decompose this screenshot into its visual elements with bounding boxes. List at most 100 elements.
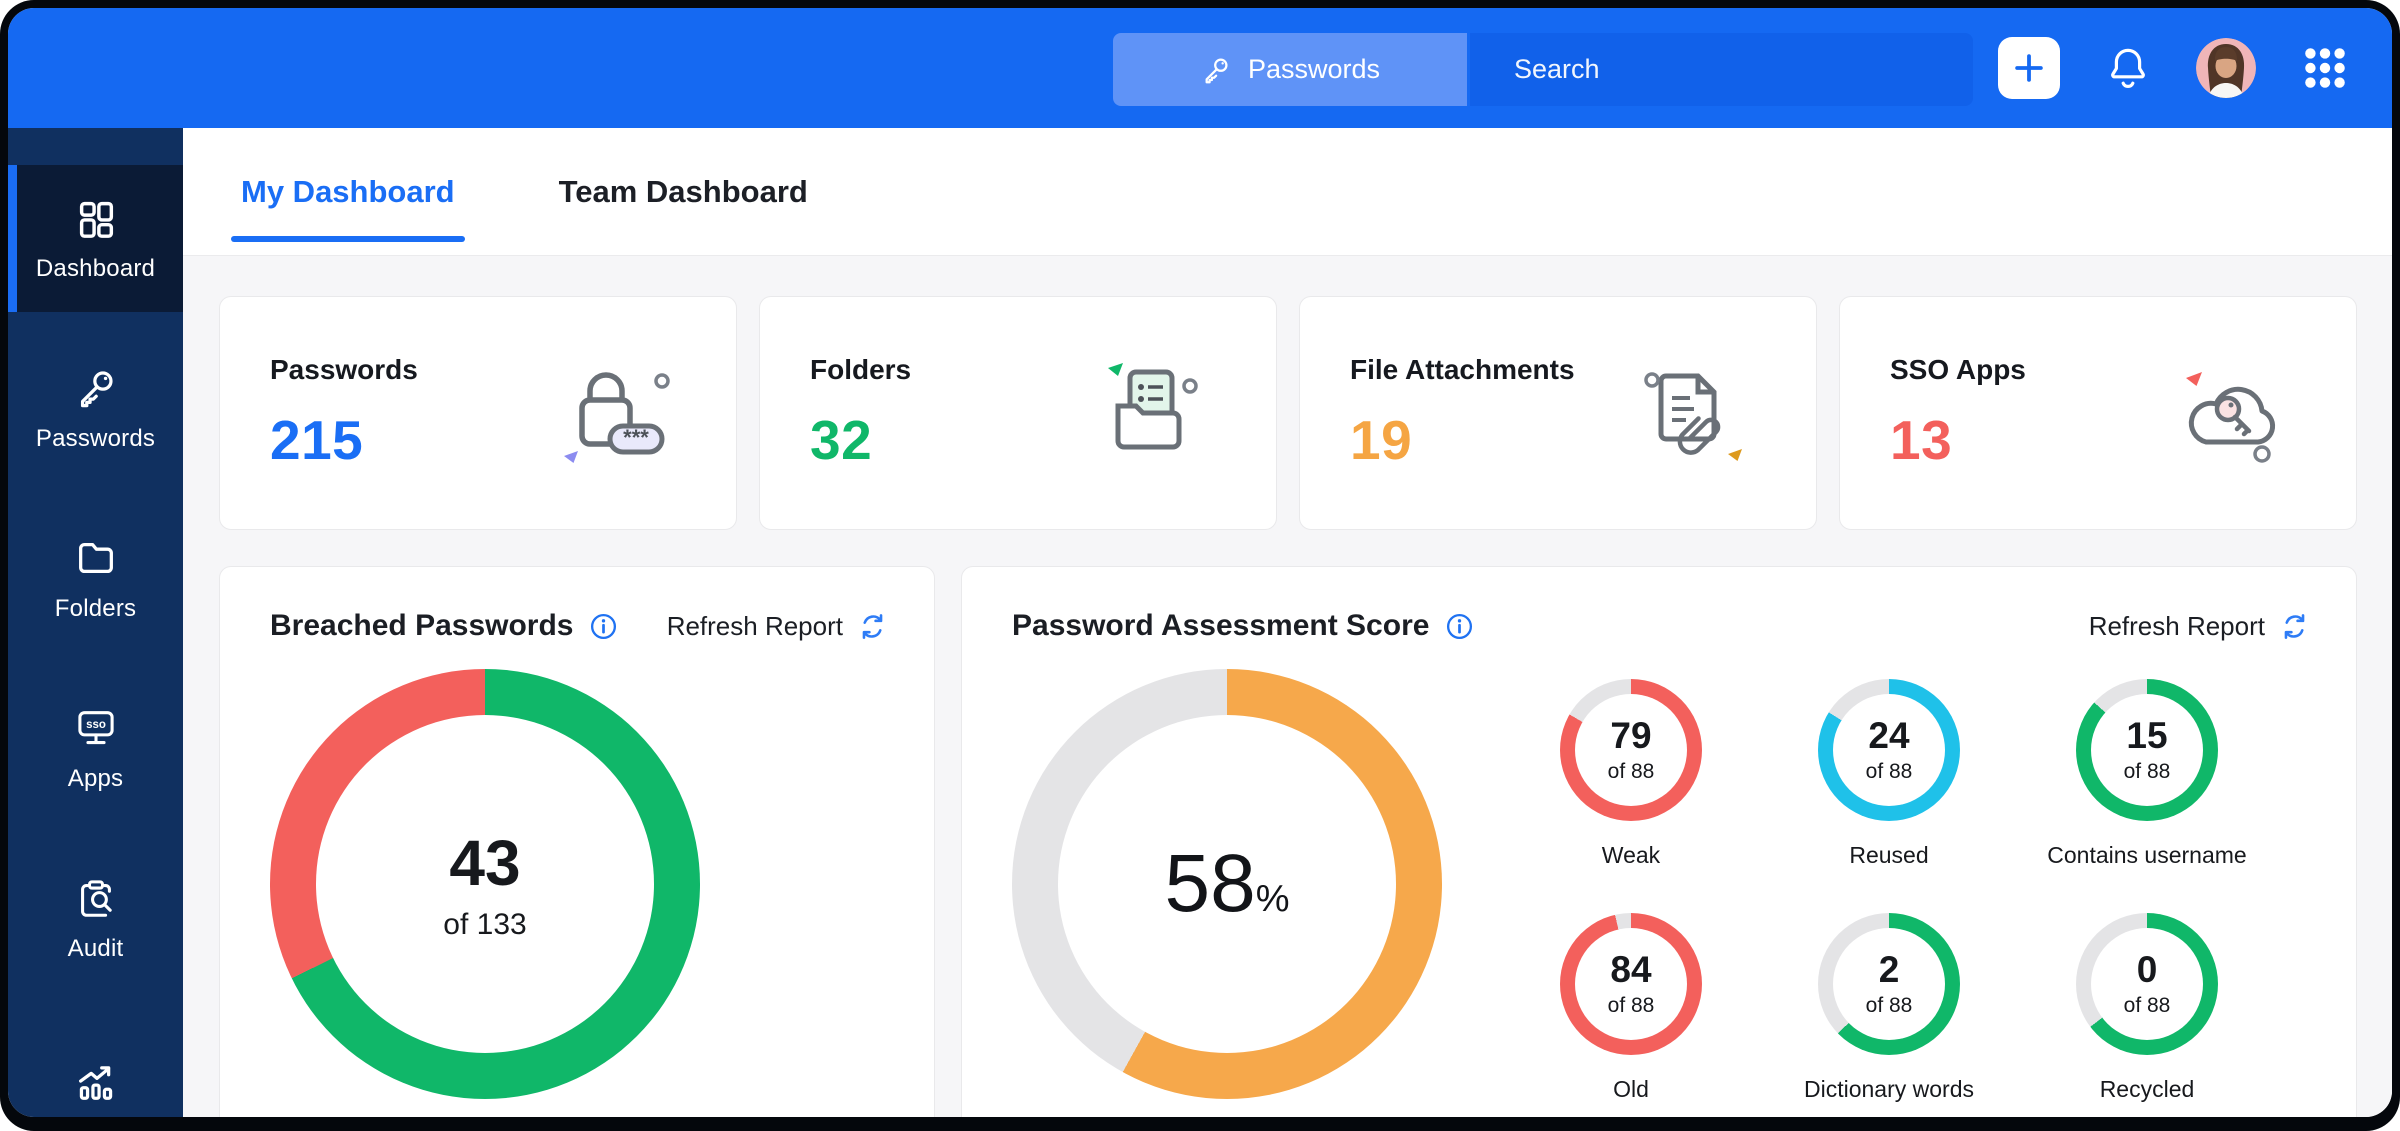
app-switcher-button[interactable]: Passwords <box>1113 33 1467 106</box>
stat-value: 13 <box>1890 408 2026 472</box>
check-label: Reused <box>1849 842 1928 869</box>
check-value: 79 <box>1610 717 1651 754</box>
refresh-icon <box>2279 611 2310 642</box>
password-assessment-card: Password Assessment Score <box>961 566 2357 1117</box>
folder-icon <box>73 535 119 581</box>
audit-clipboard-icon <box>73 875 119 921</box>
refresh-report-button[interactable]: Refresh Report <box>2089 611 2310 642</box>
svg-text:sso: sso <box>86 718 106 730</box>
avatar <box>2196 38 2256 98</box>
check-label: Contains username <box>2047 842 2246 869</box>
sidebar-item-label: Dashboard <box>36 255 155 283</box>
stat-label: SSO Apps <box>1890 354 2026 386</box>
check-value: 2 <box>1879 951 1900 988</box>
breached-passwords-card: Breached Passwords <box>219 566 935 1117</box>
mini-donut-chart: 84 of 88 <box>1560 913 1702 1055</box>
sidebar-item-dashboard[interactable]: Dashboard <box>8 165 183 312</box>
sidebar-item-folders[interactable]: Folders <box>8 505 183 652</box>
refresh-report-button[interactable]: Refresh Report <box>667 611 888 642</box>
mini-donut-chart: 79 of 88 <box>1560 679 1702 821</box>
check-total: of 88 <box>2124 994 2171 1018</box>
sidebar: Dashboard Passwords <box>8 128 183 1117</box>
stat-value: 19 <box>1350 408 1575 472</box>
info-icon[interactable] <box>1444 611 1475 642</box>
check-value: 0 <box>2137 951 2158 988</box>
mini-donut-chart: 15 of 88 <box>2076 679 2218 821</box>
charts-row: Breached Passwords <box>219 566 2357 1117</box>
plus-icon <box>2010 49 2048 87</box>
stat-value: 215 <box>270 408 418 472</box>
user-avatar[interactable] <box>2196 38 2256 98</box>
global-search <box>1470 33 1973 106</box>
card-title: Breached Passwords <box>270 609 573 643</box>
check-dictionary-words: 2 of 88 Dictionary words <box>1804 913 1974 1103</box>
refresh-report-label: Refresh Report <box>2089 611 2265 642</box>
apps-grid-button[interactable] <box>2300 43 2350 93</box>
app-switcher-label: Passwords <box>1248 54 1380 85</box>
notifications-button[interactable] <box>2104 44 2152 92</box>
dashboard-icon <box>73 195 119 241</box>
screenshot-stage: Passwords <box>0 0 2400 1131</box>
add-button[interactable] <box>1998 37 2060 99</box>
check-total: of 88 <box>2124 760 2171 784</box>
sidebar-item-reports[interactable] <box>8 1015 183 1117</box>
check-contains-username: 15 of 88 Contains username <box>2047 679 2246 869</box>
key-icon <box>1200 54 1232 86</box>
app-switcher-search-group: Passwords <box>1113 33 1973 106</box>
reports-chart-icon <box>73 1059 119 1105</box>
breached-count: 43 <box>449 826 520 900</box>
refresh-report-label: Refresh Report <box>667 611 843 642</box>
key-icon <box>73 365 119 411</box>
breached-donut-chart: 43 of 133 <box>270 669 700 1099</box>
sidebar-item-passwords[interactable]: Passwords <box>8 335 183 482</box>
check-recycled: 0 of 88 Recycled <box>2076 913 2218 1103</box>
cloud-key-illustration-icon <box>2158 354 2308 472</box>
card-title: Password Assessment Score <box>1012 609 1429 643</box>
stat-label: Passwords <box>270 354 418 386</box>
check-total: of 88 <box>1866 994 1913 1018</box>
mini-donut-chart: 24 of 88 <box>1818 679 1960 821</box>
tab-team-dashboard[interactable]: Team Dashboard <box>559 128 808 255</box>
sidebar-item-label: Audit <box>68 935 124 963</box>
stat-label: File Attachments <box>1350 354 1575 386</box>
device-frame: Passwords <box>0 0 2400 1131</box>
check-value: 24 <box>1868 717 1909 754</box>
info-icon[interactable] <box>588 611 619 642</box>
check-label: Weak <box>1602 842 1660 869</box>
stat-value: 32 <box>810 408 911 472</box>
sso-monitor-icon: sso <box>73 705 119 751</box>
mini-donut-chart: 0 of 88 <box>2076 913 2218 1055</box>
mini-donut-chart: 2 of 88 <box>1818 913 1960 1055</box>
attachment-illustration-icon <box>1618 354 1768 472</box>
check-total: of 88 <box>1608 994 1655 1018</box>
sidebar-item-label: Apps <box>68 765 124 793</box>
check-total: of 88 <box>1866 760 1913 784</box>
check-label: Recycled <box>2100 1076 2195 1103</box>
sidebar-item-apps[interactable]: sso Apps <box>8 675 183 822</box>
check-label: Dictionary words <box>1804 1076 1974 1103</box>
search-input[interactable] <box>1470 33 1973 106</box>
check-label: Old <box>1613 1076 1649 1103</box>
stat-label: Folders <box>810 354 911 386</box>
stat-card-sso-apps: SSO Apps 13 <box>1839 296 2357 530</box>
sidebar-item-label: Folders <box>55 595 136 623</box>
check-weak: 79 of 88 Weak <box>1560 679 1702 869</box>
tab-my-dashboard[interactable]: My Dashboard <box>241 128 455 255</box>
sidebar-item-label: Passwords <box>36 425 155 453</box>
stat-card-passwords: Passwords 215 *** <box>219 296 737 530</box>
dashboard-tabs: My Dashboard Team Dashboard <box>183 128 2392 256</box>
dashboard-content: Passwords 215 *** <box>183 256 2392 1117</box>
assessment-checks-grid: 79 of 88 Weak <box>1502 679 2276 1103</box>
folder-illustration-icon <box>1078 354 1228 472</box>
refresh-icon <box>857 611 888 642</box>
app-screen: Passwords <box>8 8 2392 1117</box>
sidebar-item-audit[interactable]: Audit <box>8 845 183 992</box>
check-old: 84 of 88 Old <box>1560 913 1702 1103</box>
svg-text:***: *** <box>623 425 649 450</box>
topbar: Passwords <box>8 8 2392 128</box>
stat-card-folders: Folders 32 <box>759 296 1277 530</box>
topbar-actions <box>1998 8 2350 128</box>
score-donut-chart: 58% <box>1012 669 1442 1099</box>
check-reused: 24 of 88 Reused <box>1818 679 1960 869</box>
score-unit: % <box>1256 878 1290 920</box>
